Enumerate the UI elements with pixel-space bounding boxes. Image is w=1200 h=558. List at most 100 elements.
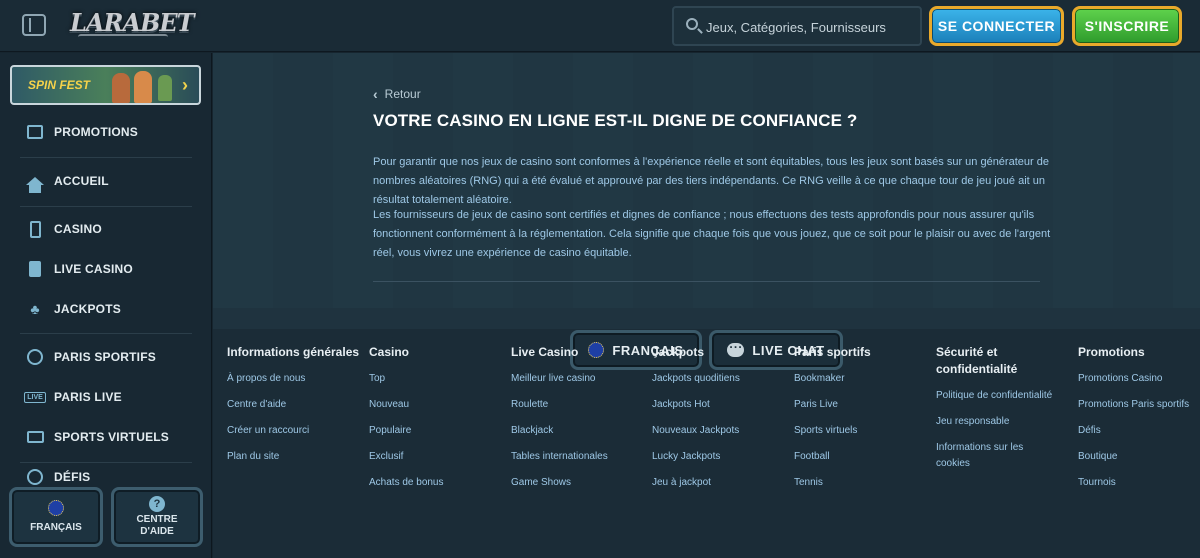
footer-link[interactable]: Jeu responsable: [936, 414, 1056, 430]
article-paragraph: Pour garantir que nos jeux de casino son…: [373, 156, 1049, 206]
sidebar-item-casino[interactable]: CASINO: [20, 209, 192, 249]
footer-link[interactable]: Top: [369, 371, 509, 387]
footer-column-live-casino: Live Casino Meilleur live casino Roulett…: [511, 344, 651, 491]
footer-column-general: Informations générales À propos de nous …: [227, 344, 367, 465]
sidebar-item-paris-sportifs[interactable]: PARIS SPORTIFS: [20, 337, 192, 377]
footer-link[interactable]: Blackjack: [511, 423, 651, 439]
register-button[interactable]: S'INSCRIRE: [1072, 6, 1182, 46]
sidebar-item-jackpots[interactable]: ♣ JACKPOTS: [20, 289, 192, 329]
footer-link[interactable]: Nouveau: [369, 397, 509, 413]
sidebar-item-label: LIVE CASINO: [54, 262, 133, 276]
card-icon: [26, 260, 44, 278]
sidebar-item-defis[interactable]: DÉFIS: [20, 466, 192, 488]
footer-link[interactable]: Game Shows: [511, 475, 651, 491]
footer-column-promotions: Promotions Promotions Casino Promotions …: [1078, 344, 1193, 491]
footer-link[interactable]: Roulette: [511, 397, 651, 413]
help-label-line1: CENTRE: [136, 514, 178, 525]
clover-icon: ♣: [30, 301, 40, 317]
chevron-left-icon: ‹: [373, 86, 378, 102]
search-icon: [686, 18, 698, 30]
footer-link[interactable]: Plan du site: [227, 449, 367, 465]
footer-link[interactable]: Bookmaker: [794, 371, 934, 387]
sidebar-item-sports-virtuels[interactable]: SPORTS VIRTUELS: [20, 417, 192, 457]
footer-link[interactable]: Promotions Casino: [1078, 371, 1193, 387]
back-label: Retour: [384, 87, 421, 101]
footer-link[interactable]: Exclusif: [369, 449, 509, 465]
search-box[interactable]: [672, 6, 922, 46]
footer-column-heading: Casino: [369, 345, 410, 359]
sidebar-item-label: CASINO: [54, 222, 102, 236]
sidebar-item-paris-live[interactable]: LIVE PARIS LIVE: [20, 377, 192, 417]
top-header: LARABET SE CONNECTER S'INSCRIRE: [0, 0, 1200, 52]
sidebar-item-accueil[interactable]: ACCUEIL: [20, 161, 192, 201]
character-illustration: [134, 71, 152, 103]
footer-column-heading: Paris sportifs: [794, 345, 871, 359]
footer-link[interactable]: Informations sur les cookies: [936, 440, 1056, 472]
footer-link[interactable]: Tournois: [1078, 475, 1193, 491]
spin-fest-banner[interactable]: SPIN FEST ›: [10, 65, 201, 105]
character-illustration: [112, 73, 130, 103]
footer-link[interactable]: Nouveaux Jackpots: [652, 423, 792, 439]
sidebar-item-promotions[interactable]: PROMOTIONS: [20, 112, 192, 152]
footer-link[interactable]: Politique de confidentialité: [936, 388, 1056, 404]
footer-link[interactable]: Tables internationales: [511, 449, 651, 465]
footer-link[interactable]: À propos de nous: [227, 371, 367, 387]
sidebar-item-label: PARIS LIVE: [54, 390, 122, 404]
article-title: VOTRE CASINO EN LIGNE EST-IL DIGNE DE CO…: [373, 111, 858, 130]
article-paragraph: Les fournisseurs de jeux de casino sont …: [373, 209, 1051, 259]
footer-link[interactable]: Boutique: [1078, 449, 1193, 465]
divider: [20, 206, 192, 207]
spin-fest-label: SPIN FEST: [28, 78, 91, 92]
footer-column-casino: Casino Top Nouveau Populaire Exclusif Ac…: [369, 344, 509, 491]
sidebar-item-label: PARIS SPORTIFS: [54, 350, 156, 364]
sidebar: SPIN FEST › PROMOTIONS ACCUEIL CASINO LI…: [0, 53, 212, 558]
character-illustration: [158, 75, 172, 101]
search-input[interactable]: [706, 16, 916, 38]
login-button[interactable]: SE CONNECTER: [929, 6, 1064, 46]
footer-link[interactable]: Sports virtuels: [794, 423, 934, 439]
logo-underline: [78, 34, 168, 40]
footer-column-heading: Promotions: [1078, 345, 1145, 359]
back-link[interactable]: ‹ Retour: [373, 86, 421, 102]
footer-link[interactable]: Jeu à jackpot: [652, 475, 792, 491]
footer-link[interactable]: Lucky Jackpots: [652, 449, 792, 465]
slot-machine-icon: [26, 220, 44, 238]
footer-link[interactable]: Tennis: [794, 475, 934, 491]
divider: [20, 462, 192, 463]
sidebar-item-label: DÉFIS: [54, 470, 91, 484]
screen-icon: [26, 428, 44, 446]
footer-link[interactable]: Paris Live: [794, 397, 934, 413]
footer-column-security: Sécurité et confidentialité Politique de…: [936, 344, 1056, 472]
footer-link[interactable]: Promotions Paris sportifs: [1078, 397, 1193, 413]
help-label-line2: D'AIDE: [140, 526, 174, 537]
footer-link[interactable]: Jackpots quoditiens: [652, 371, 792, 387]
sidebar-item-label: JACKPOTS: [54, 302, 121, 316]
target-icon: [26, 468, 44, 486]
footer-link[interactable]: Football: [794, 449, 934, 465]
footer-link[interactable]: Centre d'aide: [227, 397, 367, 413]
divider: [20, 333, 192, 334]
sidebar-item-live-casino[interactable]: LIVE CASINO: [20, 249, 192, 289]
divider: [20, 157, 192, 158]
footer-column-jackpots: Jackpots Jackpots quoditiens Jackpots Ho…: [652, 344, 792, 491]
home-icon: [26, 172, 44, 193]
sidebar-toggle-icon[interactable]: [22, 14, 46, 36]
footer-link[interactable]: Défis: [1078, 423, 1193, 439]
divider: [373, 281, 1040, 282]
eu-flag-icon: [48, 500, 64, 516]
footer-column-paris-sportifs: Paris sportifs Bookmaker Paris Live Spor…: [794, 344, 934, 491]
footer-link[interactable]: Populaire: [369, 423, 509, 439]
language-button[interactable]: FRANÇAIS: [9, 487, 103, 547]
live-icon: LIVE: [24, 388, 46, 406]
sidebar-item-label: ACCUEIL: [54, 174, 109, 188]
chevron-right-icon: ›: [182, 75, 188, 95]
sidebar-item-label: SPORTS VIRTUELS: [54, 430, 170, 444]
footer-column-heading: Informations générales: [227, 345, 360, 359]
footer-link[interactable]: Créer un raccourci: [227, 423, 367, 439]
footer-link[interactable]: Jackpots Hot: [652, 397, 792, 413]
help-center-button[interactable]: ? CENTRE D'AIDE: [111, 487, 203, 547]
language-label: FRANÇAIS: [30, 522, 82, 533]
footer-link[interactable]: Achats de bonus: [369, 475, 509, 491]
sidebar-item-label: PROMOTIONS: [54, 125, 139, 139]
footer-link[interactable]: Meilleur live casino: [511, 371, 651, 387]
